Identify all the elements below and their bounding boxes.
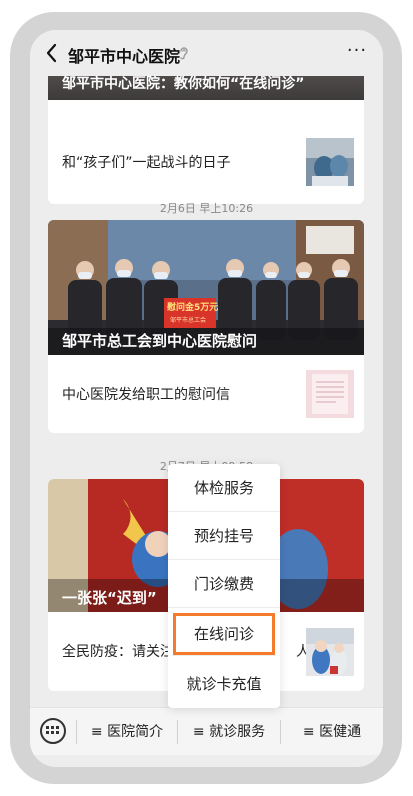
menu-medical-services[interactable]: ≡ 就诊服务 — [178, 708, 280, 756]
menu-item-physical-exam[interactable]: 体检服务 — [168, 464, 280, 512]
menu-item-outpatient-payment[interactable]: 门诊缴费 — [168, 560, 280, 608]
bottom-menu-bar: ≡ 医院简介 ≡ 就诊服务 ≡ 医健通 — [30, 707, 383, 755]
menu-hospital-intro[interactable]: ≡ 医院简介 — [77, 708, 177, 756]
cover-title: 邹平市总工会到中心医院慰问 — [62, 332, 258, 350]
article-thumbnail — [306, 370, 354, 418]
screen: 邹平市中心医院 ··· 邹平市中心医院：教你如何“在线问诊” 和“孩子们”一起战… — [30, 30, 383, 767]
menu-health-pass[interactable]: ≡ 医健通 — [281, 708, 383, 756]
more-icon[interactable]: ··· — [343, 40, 371, 64]
menu-item-online-consultation[interactable]: 在线问诊 — [172, 612, 276, 656]
banner-sub: 邹平市总工会 — [170, 317, 207, 324]
menu-item-card-recharge[interactable]: 就诊卡充值 — [168, 660, 280, 708]
top-bar: 邹平市中心医院 ··· — [30, 30, 383, 76]
article-cover[interactable]: 慰问金5万元 邹平市总工会 邹平市总工会到中心医院慰问 — [48, 220, 364, 355]
service-popup-menu: 体检服务 预约挂号 门诊缴费 在线问诊 就诊卡充值 — [168, 464, 280, 708]
article-card[interactable]: 邹平市中心医院：教你如何“在线问诊” 和“孩子们”一起战斗的日子 — [48, 54, 364, 204]
article-row-title[interactable]: 和“孩子们”一起战斗的日子 — [62, 152, 231, 172]
page-title: 邹平市中心医院 — [68, 47, 181, 66]
back-arrow-icon[interactable] — [40, 40, 64, 66]
article-thumbnail — [306, 138, 354, 186]
menu-item-appointment[interactable]: 预约挂号 — [168, 512, 280, 560]
cover-title: 一张张“迟到” — [62, 589, 157, 607]
timestamp: 2月6日 早上10:26 — [159, 202, 254, 215]
article-thumbnail — [306, 628, 354, 676]
article-card[interactable]: 慰问金5万元 邹平市总工会 邹平市总工会到中心医院慰问 中心医院发给职工的慰问信 — [48, 220, 364, 433]
ear-icon — [180, 47, 188, 60]
banner-text: 慰问金5万元 — [167, 303, 219, 313]
keyboard-icon[interactable] — [40, 718, 66, 744]
article-row-title[interactable]: 中心医院发给职工的慰问信 — [62, 384, 230, 404]
cover-title: 邹平市中心医院：教你如何“在线问诊” — [62, 76, 305, 92]
keyboard-glyph — [46, 726, 59, 734]
